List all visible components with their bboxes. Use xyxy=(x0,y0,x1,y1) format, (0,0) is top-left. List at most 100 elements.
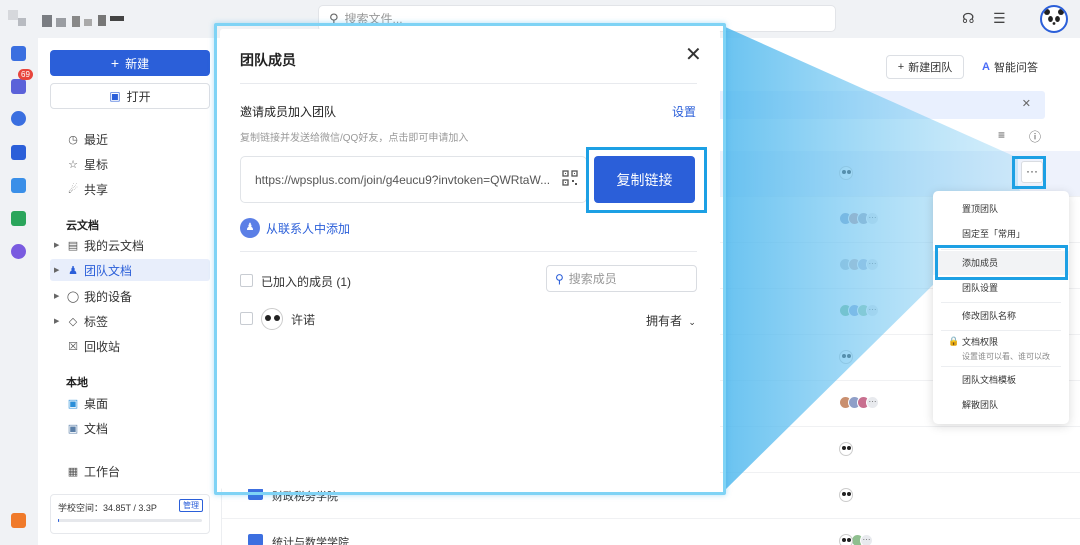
sidebar-item-recent[interactable]: ◷ 最近 xyxy=(50,128,210,150)
member-avatar xyxy=(839,534,853,545)
bot-app-icon[interactable] xyxy=(11,244,26,259)
open-button[interactable]: ▣ 打开 xyxy=(50,83,210,109)
meeting-app-icon[interactable] xyxy=(11,145,26,160)
sidebar-item-label: 共享 xyxy=(84,182,109,197)
sort-icon[interactable]: ≡ xyxy=(998,128,1005,142)
dialog-title: 团队成员 xyxy=(240,52,296,68)
menu-item-add-member[interactable]: 添加成员 xyxy=(933,251,1069,275)
notice-banner: ✕ xyxy=(702,91,1045,119)
close-icon[interactable]: ✕ xyxy=(685,45,702,65)
sidebar-item-documents[interactable]: ▣ 文档 xyxy=(50,417,210,439)
ai-qa-label: 智能问答 xyxy=(993,62,1038,74)
open-folder-icon: ▣ xyxy=(109,89,121,103)
chevron-down-icon: ⌄ xyxy=(688,317,696,327)
new-team-label: 新建团队 xyxy=(908,62,953,74)
sidebar-item-workbench[interactable]: ▦ 工作台 xyxy=(50,460,210,482)
sidebar-item-label: 最近 xyxy=(84,132,109,147)
menu-divider xyxy=(941,249,1061,250)
expand-arrow-icon[interactable]: ▶ xyxy=(54,292,59,300)
member-search-input[interactable]: ⚲ 搜索成员 xyxy=(546,265,697,292)
calendar-app-icon[interactable] xyxy=(11,178,26,193)
invite-settings-link[interactable]: 设置 xyxy=(672,103,696,120)
menu-item-team-settings[interactable]: 团队设置 xyxy=(933,276,1069,300)
headset-icon[interactable]: ☊ xyxy=(962,10,974,27)
member-search-placeholder: 搜索成员 xyxy=(568,272,617,286)
sidebar-item-label: 星标 xyxy=(84,157,109,172)
quota-text: 学校空间：34.85T / 3.3P xyxy=(58,503,157,513)
ai-qa-button[interactable]: A 智能问答 xyxy=(982,55,1038,79)
joined-members-label: 已加入的成员 (1) xyxy=(261,275,352,289)
menu-item-dissolve-team[interactable]: 解散团队 xyxy=(933,393,1069,417)
menu-item-team-template[interactable]: 团队文档模板 xyxy=(933,368,1069,392)
expand-arrow-icon[interactable]: ▶ xyxy=(54,241,59,249)
team-members-dialog: 团队成员 ✕ 邀请成员加入团队 设置 复制链接并发送给微信/QQ好友，点击即可申… xyxy=(220,29,720,489)
unread-badge: 69 xyxy=(18,69,33,80)
desktop-icon: ▣ xyxy=(67,397,79,410)
sidebar-item-starred[interactable]: ☆ 星标 xyxy=(50,153,210,175)
sidebar-item-team-docs[interactable]: ▶ ♟ 团队文档 xyxy=(50,259,210,281)
add-from-contacts-link[interactable]: ♟ 从联系人中添加 xyxy=(240,218,350,238)
menu-item-pin-common[interactable]: 固定至「常用」 xyxy=(933,222,1069,246)
docs-app-icon[interactable] xyxy=(11,46,26,61)
sidebar-item-label: 文档 xyxy=(84,421,109,436)
row-more-button[interactable]: ··· xyxy=(1021,161,1043,183)
tag-icon: ◇ xyxy=(68,315,78,328)
user-avatar[interactable] xyxy=(1040,5,1068,33)
sheet-app-icon[interactable] xyxy=(11,211,26,226)
sidebar-item-label: 桌面 xyxy=(84,396,109,411)
menu-divider xyxy=(941,302,1061,303)
invite-title: 邀请成员加入团队 xyxy=(240,105,337,119)
info-icon[interactable]: ⓘ xyxy=(1029,128,1041,145)
manage-quota-button[interactable]: 管理 xyxy=(179,499,203,512)
new-team-button[interactable]: + 新建团队 xyxy=(886,55,964,79)
more-members-icon: ··· xyxy=(860,534,873,545)
new-button-label: 新建 xyxy=(125,56,150,71)
menu-item-pin-top[interactable]: 置顶团队 xyxy=(933,197,1069,221)
sidebar-item-tags[interactable]: ▶ ◇ 标签 xyxy=(50,310,210,332)
sidebar-item-label: 回收站 xyxy=(84,339,121,354)
app-rail xyxy=(0,38,38,545)
plus-icon: + xyxy=(110,55,120,71)
quota-progress-fill xyxy=(58,519,60,522)
share-icon: ☄ xyxy=(68,183,78,196)
menu-item-rename-team[interactable]: 修改团队名称 xyxy=(933,304,1069,328)
member-role-select[interactable]: 拥有者 ⌄ xyxy=(646,312,696,329)
more-members-icon: ··· xyxy=(866,304,879,317)
chat-app-icon[interactable] xyxy=(11,111,26,126)
device-icon: ◯ xyxy=(66,290,80,303)
expand-arrow-icon[interactable]: ▶ xyxy=(54,266,59,274)
folder-icon: ▤ xyxy=(67,239,79,252)
member-name: 许诺 xyxy=(291,312,316,327)
close-icon[interactable]: ✕ xyxy=(1022,97,1031,110)
invite-hint: 复制链接并发送给微信/QQ好友，点击即可申请加入 xyxy=(240,133,469,144)
app-logo xyxy=(8,10,128,30)
doc-permission-description: 设置谁可以看、谁可以改 xyxy=(962,352,1050,361)
sidebar-item-label: 我的设备 xyxy=(84,289,133,304)
member-row: 许诺 xyxy=(261,308,315,330)
sidebar-item-desktop[interactable]: ▣ 桌面 xyxy=(50,392,210,414)
sidebar-item-label: 我的云文档 xyxy=(84,238,145,253)
settings-sliders-icon[interactable]: ☰ xyxy=(993,10,1006,27)
member-checkbox[interactable] xyxy=(240,312,253,325)
expand-arrow-icon[interactable]: ▶ xyxy=(54,317,59,325)
add-from-contacts-label: 从联系人中添加 xyxy=(266,221,351,236)
team-icon: ♟ xyxy=(68,264,78,277)
cloud-section-title: 云文档 xyxy=(66,220,99,232)
new-button[interactable]: + 新建 xyxy=(50,50,210,76)
clock-icon: ◷ xyxy=(68,133,78,146)
select-all-checkbox[interactable] xyxy=(240,274,253,287)
workspace-app-icon[interactable] xyxy=(11,79,26,94)
table-row[interactable]: 统计与数学学院 ··· xyxy=(222,519,1080,545)
sidebar-item-shared[interactable]: ☄ 共享 xyxy=(50,178,210,200)
sidebar: + 新建 ▣ 打开 ◷ 最近 ☆ 星标 ☄ 共享 云文档 ▶ ▤ 我的云文档 ▶… xyxy=(38,38,222,545)
workbench-icon: ▦ xyxy=(67,465,79,478)
sidebar-item-my-cloud[interactable]: ▶ ▤ 我的云文档 xyxy=(50,234,210,256)
sidebar-item-devices[interactable]: ▶ ◯ 我的设备 xyxy=(50,285,210,307)
more-apps-icon[interactable] xyxy=(11,513,26,528)
invite-link-field[interactable]: https://wpsplus.com/join/g4eucu9?invtoke… xyxy=(240,156,587,203)
copy-link-button[interactable]: 复制链接 xyxy=(594,156,695,203)
contacts-icon: ♟ xyxy=(240,218,260,238)
sidebar-item-trash[interactable]: ☒ 回收站 xyxy=(50,335,210,357)
member-avatar xyxy=(261,308,283,330)
qr-code-icon[interactable] xyxy=(562,170,578,186)
